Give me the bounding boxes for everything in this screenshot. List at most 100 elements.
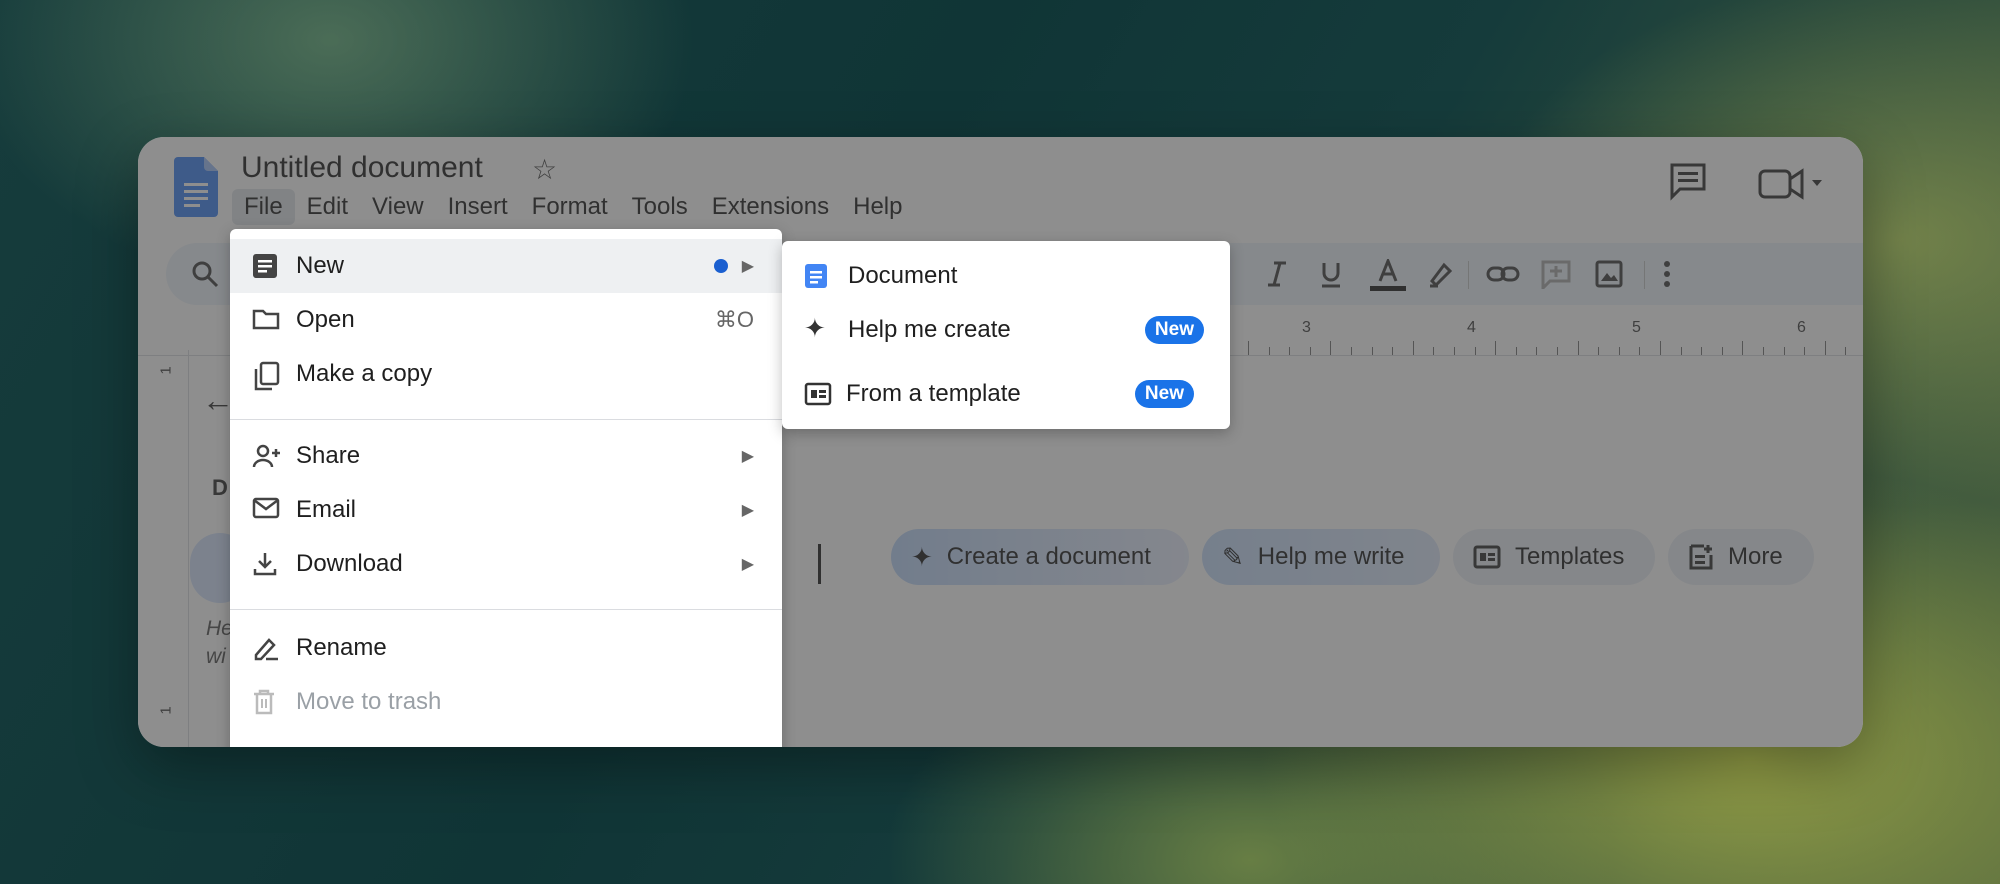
ruler-tick — [1804, 347, 1806, 355]
ruler-tick — [1515, 347, 1517, 355]
ruler-tick — [1330, 341, 1332, 355]
ruler-tick — [1845, 347, 1847, 355]
text-cursor — [818, 544, 821, 584]
insert-link-icon[interactable] — [1486, 259, 1520, 289]
help-me-write-chip[interactable]: ✎ Help me write — [1202, 529, 1440, 585]
highlight-color-icon[interactable] — [1426, 259, 1456, 289]
file-menu-move-to-trash: Move to trash — [230, 675, 782, 729]
trash-icon — [254, 689, 274, 715]
download-icon — [253, 553, 277, 576]
ruler-tick — [1268, 347, 1270, 355]
insert-image-icon[interactable] — [1594, 259, 1624, 289]
docs-window: Untitled document ☆ File Edit View Inser… — [138, 137, 1863, 747]
ruler-number: 4 — [1467, 319, 1476, 336]
new-indicator-dot — [714, 259, 728, 273]
share-person-icon — [252, 444, 280, 468]
ruler-tick — [1824, 341, 1826, 355]
menu-edit[interactable]: Edit — [295, 189, 360, 225]
ruler-tick — [1495, 341, 1497, 355]
ruler-tick — [1536, 347, 1538, 355]
file-menu-share[interactable]: Share ▶ — [230, 429, 782, 483]
more-label: More — [1728, 543, 1783, 570]
toolbar-separator — [1644, 261, 1645, 289]
submenu-document[interactable]: Document — [782, 249, 1230, 303]
menu-view[interactable]: View — [360, 189, 436, 225]
meet-camera-icon[interactable] — [1758, 167, 1824, 201]
file-menu-rename-label: Rename — [296, 634, 387, 661]
create-document-chip[interactable]: ✦ Create a document — [891, 529, 1189, 585]
italic-icon[interactable] — [1262, 259, 1292, 289]
ruler-tick — [1289, 347, 1291, 355]
file-menu-email[interactable]: Email ▶ — [230, 483, 782, 537]
file-menu-make-copy-label: Make a copy — [296, 360, 433, 387]
file-menu-make-copy[interactable]: Make a copy — [230, 347, 782, 401]
comment-history-icon[interactable] — [1668, 161, 1708, 201]
star-icon[interactable]: ☆ — [532, 153, 557, 186]
template-icon — [804, 382, 832, 406]
menu-insert[interactable]: Insert — [436, 189, 520, 225]
ruler-number: 6 — [1797, 319, 1806, 336]
more-options-icon[interactable] — [1660, 259, 1674, 289]
submenu-from-template[interactable]: From a template New — [788, 366, 1198, 424]
menu-extensions[interactable]: Extensions — [700, 189, 841, 225]
ruler-number: 3 — [1302, 319, 1311, 336]
outline-heading: D — [212, 475, 228, 500]
submenu-arrow-icon: ▶ — [741, 502, 754, 519]
ruler-tick — [1474, 347, 1476, 355]
ruler-number: 1 — [157, 706, 175, 715]
ruler-tick — [1392, 347, 1394, 355]
copy-icon — [254, 361, 280, 391]
sparkle-icon: ✦ — [911, 541, 933, 572]
file-menu-share-label: Share — [296, 442, 361, 469]
submenu-arrow-icon: ▶ — [741, 448, 754, 465]
file-menu-download[interactable]: Download ▶ — [230, 537, 782, 591]
docs-logo-icon[interactable] — [174, 157, 218, 217]
underline-icon[interactable] — [1316, 259, 1346, 289]
docs-document-icon — [805, 264, 827, 288]
ruler-tick — [1412, 341, 1414, 355]
ruler-tick — [1577, 341, 1579, 355]
note-add-icon — [1689, 544, 1713, 570]
new-badge: New — [1134, 380, 1194, 408]
ruler-tick — [1309, 347, 1311, 355]
help-me-write-label: Help me write — [1257, 543, 1405, 570]
submenu-help-me-create[interactable]: ✦ Help me create New — [782, 303, 1230, 357]
ruler-tick — [1557, 347, 1558, 355]
submenu-from-template-label: From a template — [846, 380, 1021, 407]
submenu-arrow-icon: ▶ — [741, 556, 754, 573]
ruler-tick — [1639, 347, 1641, 355]
ruler-tick — [1742, 341, 1744, 355]
search-menus-icon[interactable] — [190, 259, 220, 289]
ruler-tick — [1248, 341, 1249, 355]
template-icon — [1473, 545, 1501, 569]
add-comment-icon[interactable] — [1540, 259, 1572, 289]
menu-format[interactable]: Format — [520, 189, 620, 225]
templates-label: Templates — [1515, 543, 1625, 570]
templates-chip[interactable]: Templates — [1453, 529, 1655, 585]
menu-file[interactable]: File — [232, 189, 295, 225]
text-color-icon[interactable] — [1370, 259, 1406, 291]
new-badge: New — [1144, 316, 1204, 344]
ruler-number: 5 — [1632, 319, 1641, 336]
magic-pen-icon: ✎ — [1222, 541, 1244, 572]
ruler-tick — [1680, 347, 1682, 355]
submenu-help-me-create-label: Help me create — [848, 316, 1011, 343]
toolbar-separator — [1468, 261, 1469, 289]
file-menu-email-label: Email — [296, 496, 357, 523]
vertical-ruler[interactable]: 1 1 — [157, 350, 189, 747]
create-document-label: Create a document — [946, 543, 1151, 570]
file-menu-rename[interactable]: Rename — [230, 621, 782, 675]
menu-bar: File Edit View Insert Format Tools Exten… — [232, 189, 914, 225]
document-icon — [253, 254, 277, 278]
more-chip[interactable]: More — [1668, 529, 1814, 585]
rename-pencil-icon — [254, 638, 278, 661]
menu-tools[interactable]: Tools — [620, 189, 700, 225]
file-menu-new[interactable]: New ▶ — [230, 239, 782, 293]
document-title[interactable]: Untitled document — [241, 151, 483, 185]
ruler-tick — [1763, 347, 1764, 355]
file-menu-open[interactable]: Open ⌘O — [230, 293, 782, 347]
menu-divider — [230, 419, 782, 420]
submenu-document-label: Document — [848, 262, 958, 289]
menu-help[interactable]: Help — [841, 189, 914, 225]
ruler-tick — [1371, 347, 1373, 355]
